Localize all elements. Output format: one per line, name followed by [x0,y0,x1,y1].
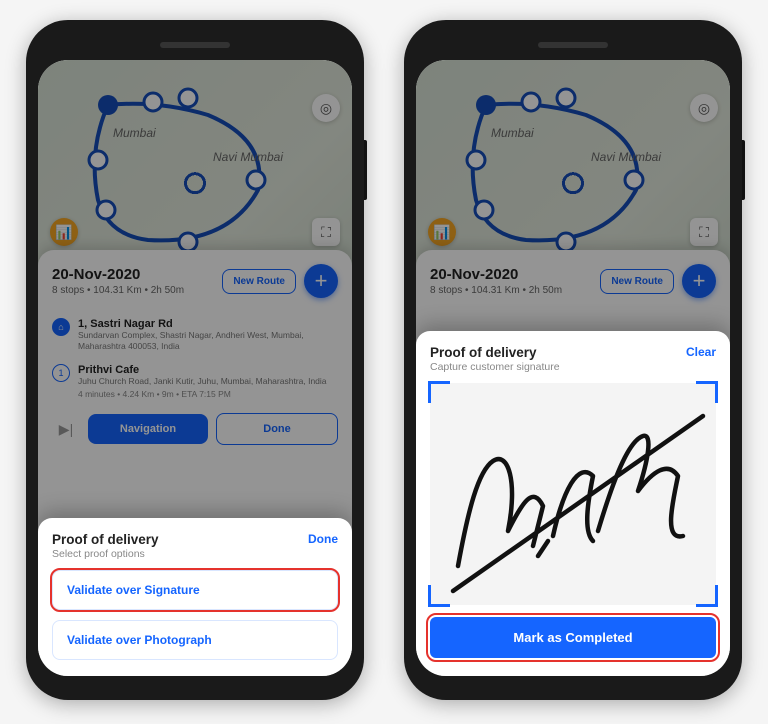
phone-mockup-left: Mumbai Navi Mumbai ◎ 📊 ⛶ powered by Goog… [26,20,364,700]
proof-options-sheet: Proof of delivery Select proof options D… [38,518,352,676]
mark-completed-button[interactable]: Mark as Completed [430,617,716,658]
sheet-title: Proof of delivery [430,345,560,360]
screen: Mumbai Navi Mumbai ◎ 📊 ⛶ powered by Goog… [38,60,352,676]
signature-stroke [438,391,708,601]
sheet-done-button[interactable]: Done [308,532,338,546]
clear-signature-button[interactable]: Clear [686,345,716,359]
validate-photograph-button[interactable]: Validate over Photograph [52,620,338,660]
sheet-title: Proof of delivery [52,532,159,547]
signature-pad[interactable] [430,383,716,605]
signature-sheet: Proof of delivery Capture customer signa… [416,331,730,676]
validate-signature-button[interactable]: Validate over Signature [52,570,338,610]
phone-mockup-right: Mumbai Navi Mumbai ◎ 📊 ⛶ powered by Goog… [404,20,742,700]
screen: Mumbai Navi Mumbai ◎ 📊 ⛶ powered by Goog… [416,60,730,676]
sheet-subtitle: Select proof options [52,548,159,560]
sheet-subtitle: Capture customer signature [430,361,560,373]
